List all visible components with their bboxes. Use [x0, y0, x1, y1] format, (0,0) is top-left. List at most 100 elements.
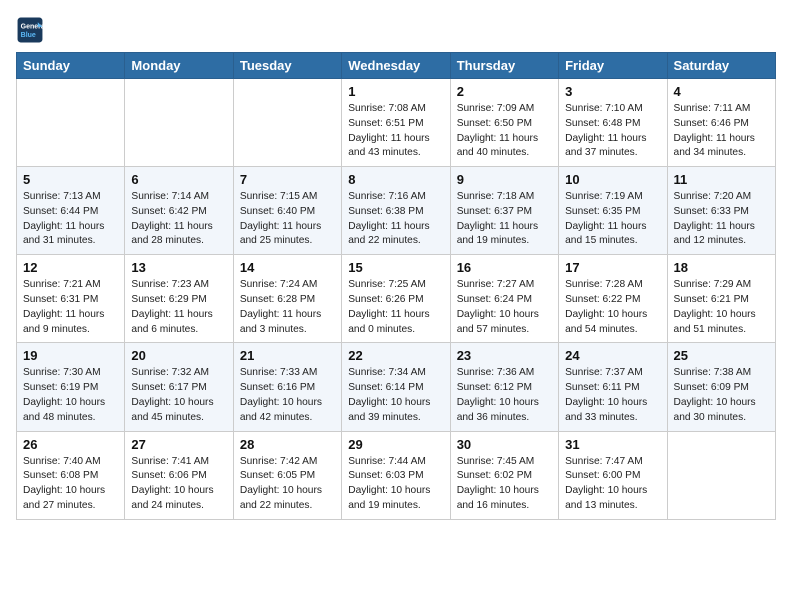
day-number: 4	[674, 84, 769, 99]
calendar-cell: 25Sunrise: 7:38 AM Sunset: 6:09 PM Dayli…	[667, 343, 775, 431]
svg-text:Blue: Blue	[21, 32, 36, 39]
calendar-cell	[667, 431, 775, 519]
calendar-cell: 7 Sunrise: 7:15 AM Sunset: 6:40 PM Daylig…	[233, 167, 341, 255]
day-info: Sunrise: 7:19 AM Sunset: 6:35 PM Dayligh…	[565, 190, 660, 249]
calendar-week-3: 12 Sunrise: 7:21 AM Sunset: 6:31 PM Dayli…	[17, 255, 776, 343]
day-number: 29	[348, 437, 443, 452]
calendar-cell: 13 Sunrise: 7:23 AM Sunset: 6:29 PM Dayli…	[125, 255, 233, 343]
day-info: Sunrise: 7:27 AM Sunset: 6:24 PM Dayligh…	[457, 278, 552, 337]
calendar-cell: 23Sunrise: 7:36 AM Sunset: 6:12 PM Dayli…	[450, 343, 558, 431]
day-number: 24	[565, 348, 660, 363]
calendar-cell: 11Sunrise: 7:20 AM Sunset: 6:33 PM Dayli…	[667, 167, 775, 255]
calendar-cell: 9Sunrise: 7:18 AM Sunset: 6:37 PM Daylig…	[450, 167, 558, 255]
calendar-cell: 19Sunrise: 7:30 AM Sunset: 6:19 PM Dayli…	[17, 343, 125, 431]
day-number: 6	[131, 172, 226, 187]
calendar-cell: 26 Sunrise: 7:40 AM Sunset: 6:08 PM Dayli…	[17, 431, 125, 519]
column-header-saturday: Saturday	[667, 53, 775, 79]
calendar-week-2: 5Sunrise: 7:13 AM Sunset: 6:44 PM Daylig…	[17, 167, 776, 255]
calendar-table: SundayMondayTuesdayWednesdayThursdayFrid…	[16, 52, 776, 520]
day-info: Sunrise: 7:28 AM Sunset: 6:22 PM Dayligh…	[565, 278, 660, 337]
day-number: 30	[457, 437, 552, 452]
day-number: 10	[565, 172, 660, 187]
day-number: 26	[23, 437, 118, 452]
day-number: 21	[240, 348, 335, 363]
day-info: Sunrise: 7:45 AM Sunset: 6:02 PM Dayligh…	[457, 455, 552, 514]
day-info: Sunrise: 7:40 AM Sunset: 6:08 PM Dayligh…	[23, 455, 118, 514]
day-info: Sunrise: 7:21 AM Sunset: 6:31 PM Dayligh…	[23, 278, 118, 337]
day-info: Sunrise: 7:16 AM Sunset: 6:38 PM Dayligh…	[348, 190, 443, 249]
day-number: 12	[23, 260, 118, 275]
day-info: Sunrise: 7:25 AM Sunset: 6:26 PM Dayligh…	[348, 278, 443, 337]
day-number: 5	[23, 172, 118, 187]
calendar-cell: 1 Sunrise: 7:08 AM Sunset: 6:51 PM Daylig…	[342, 79, 450, 167]
day-info: Sunrise: 7:15 AM Sunset: 6:40 PM Dayligh…	[240, 190, 335, 249]
day-number: 28	[240, 437, 335, 452]
day-number: 2	[457, 84, 552, 99]
day-info: Sunrise: 7:11 AM Sunset: 6:46 PM Dayligh…	[674, 102, 769, 161]
day-info: Sunrise: 7:32 AM Sunset: 6:17 PM Dayligh…	[131, 366, 226, 425]
calendar-week-5: 26 Sunrise: 7:40 AM Sunset: 6:08 PM Dayli…	[17, 431, 776, 519]
calendar-cell: 20 Sunrise: 7:32 AM Sunset: 6:17 PM Dayli…	[125, 343, 233, 431]
day-number: 23	[457, 348, 552, 363]
day-number: 9	[457, 172, 552, 187]
day-number: 22	[348, 348, 443, 363]
calendar-week-4: 19Sunrise: 7:30 AM Sunset: 6:19 PM Dayli…	[17, 343, 776, 431]
day-info: Sunrise: 7:10 AM Sunset: 6:48 PM Dayligh…	[565, 102, 660, 161]
calendar-cell: 22 Sunrise: 7:34 AM Sunset: 6:14 PM Dayli…	[342, 343, 450, 431]
column-header-friday: Friday	[559, 53, 667, 79]
day-info: Sunrise: 7:14 AM Sunset: 6:42 PM Dayligh…	[131, 190, 226, 249]
day-number: 18	[674, 260, 769, 275]
day-info: Sunrise: 7:23 AM Sunset: 6:29 PM Dayligh…	[131, 278, 226, 337]
calendar-cell: 31 Sunrise: 7:47 AM Sunset: 6:00 PM Dayli…	[559, 431, 667, 519]
calendar-header-row: SundayMondayTuesdayWednesdayThursdayFrid…	[17, 53, 776, 79]
column-header-thursday: Thursday	[450, 53, 558, 79]
logo: General Blue	[16, 16, 44, 44]
calendar-cell: 16 Sunrise: 7:27 AM Sunset: 6:24 PM Dayli…	[450, 255, 558, 343]
day-info: Sunrise: 7:42 AM Sunset: 6:05 PM Dayligh…	[240, 455, 335, 514]
day-number: 13	[131, 260, 226, 275]
column-header-tuesday: Tuesday	[233, 53, 341, 79]
day-info: Sunrise: 7:24 AM Sunset: 6:28 PM Dayligh…	[240, 278, 335, 337]
column-header-wednesday: Wednesday	[342, 53, 450, 79]
calendar-cell: 18 Sunrise: 7:29 AM Sunset: 6:21 PM Dayli…	[667, 255, 775, 343]
day-number: 31	[565, 437, 660, 452]
day-info: Sunrise: 7:08 AM Sunset: 6:51 PM Dayligh…	[348, 102, 443, 161]
calendar-cell: 29 Sunrise: 7:44 AM Sunset: 6:03 PM Dayli…	[342, 431, 450, 519]
day-info: Sunrise: 7:47 AM Sunset: 6:00 PM Dayligh…	[565, 455, 660, 514]
calendar-cell: 28 Sunrise: 7:42 AM Sunset: 6:05 PM Dayli…	[233, 431, 341, 519]
day-info: Sunrise: 7:20 AM Sunset: 6:33 PM Dayligh…	[674, 190, 769, 249]
day-info: Sunrise: 7:44 AM Sunset: 6:03 PM Dayligh…	[348, 455, 443, 514]
page-header: General Blue	[16, 16, 776, 44]
calendar-cell: 21 Sunrise: 7:33 AM Sunset: 6:16 PM Dayli…	[233, 343, 341, 431]
calendar-cell: 8Sunrise: 7:16 AM Sunset: 6:38 PM Daylig…	[342, 167, 450, 255]
calendar-cell: 14 Sunrise: 7:24 AM Sunset: 6:28 PM Dayli…	[233, 255, 341, 343]
day-number: 7	[240, 172, 335, 187]
calendar-cell: 5Sunrise: 7:13 AM Sunset: 6:44 PM Daylig…	[17, 167, 125, 255]
calendar-week-1: 1 Sunrise: 7:08 AM Sunset: 6:51 PM Daylig…	[17, 79, 776, 167]
calendar-cell: 24 Sunrise: 7:37 AM Sunset: 6:11 PM Dayli…	[559, 343, 667, 431]
day-number: 20	[131, 348, 226, 363]
day-number: 17	[565, 260, 660, 275]
day-info: Sunrise: 7:33 AM Sunset: 6:16 PM Dayligh…	[240, 366, 335, 425]
day-info: Sunrise: 7:41 AM Sunset: 6:06 PM Dayligh…	[131, 455, 226, 514]
calendar-cell: 30 Sunrise: 7:45 AM Sunset: 6:02 PM Dayli…	[450, 431, 558, 519]
svg-text:General: General	[21, 23, 44, 30]
day-info: Sunrise: 7:38 AM Sunset: 6:09 PM Dayligh…	[674, 366, 769, 425]
calendar-cell: 17 Sunrise: 7:28 AM Sunset: 6:22 PM Dayli…	[559, 255, 667, 343]
calendar-cell: 15Sunrise: 7:25 AM Sunset: 6:26 PM Dayli…	[342, 255, 450, 343]
calendar-cell: 6 Sunrise: 7:14 AM Sunset: 6:42 PM Daylig…	[125, 167, 233, 255]
day-number: 14	[240, 260, 335, 275]
calendar-cell: 3 Sunrise: 7:10 AM Sunset: 6:48 PM Daylig…	[559, 79, 667, 167]
calendar-cell: 4 Sunrise: 7:11 AM Sunset: 6:46 PM Daylig…	[667, 79, 775, 167]
day-number: 1	[348, 84, 443, 99]
day-info: Sunrise: 7:09 AM Sunset: 6:50 PM Dayligh…	[457, 102, 552, 161]
day-number: 16	[457, 260, 552, 275]
calendar-cell: 12 Sunrise: 7:21 AM Sunset: 6:31 PM Dayli…	[17, 255, 125, 343]
day-info: Sunrise: 7:34 AM Sunset: 6:14 PM Dayligh…	[348, 366, 443, 425]
day-info: Sunrise: 7:29 AM Sunset: 6:21 PM Dayligh…	[674, 278, 769, 337]
day-info: Sunrise: 7:30 AM Sunset: 6:19 PM Dayligh…	[23, 366, 118, 425]
day-number: 3	[565, 84, 660, 99]
day-info: Sunrise: 7:37 AM Sunset: 6:11 PM Dayligh…	[565, 366, 660, 425]
calendar-cell: 10 Sunrise: 7:19 AM Sunset: 6:35 PM Dayli…	[559, 167, 667, 255]
calendar-cell	[17, 79, 125, 167]
